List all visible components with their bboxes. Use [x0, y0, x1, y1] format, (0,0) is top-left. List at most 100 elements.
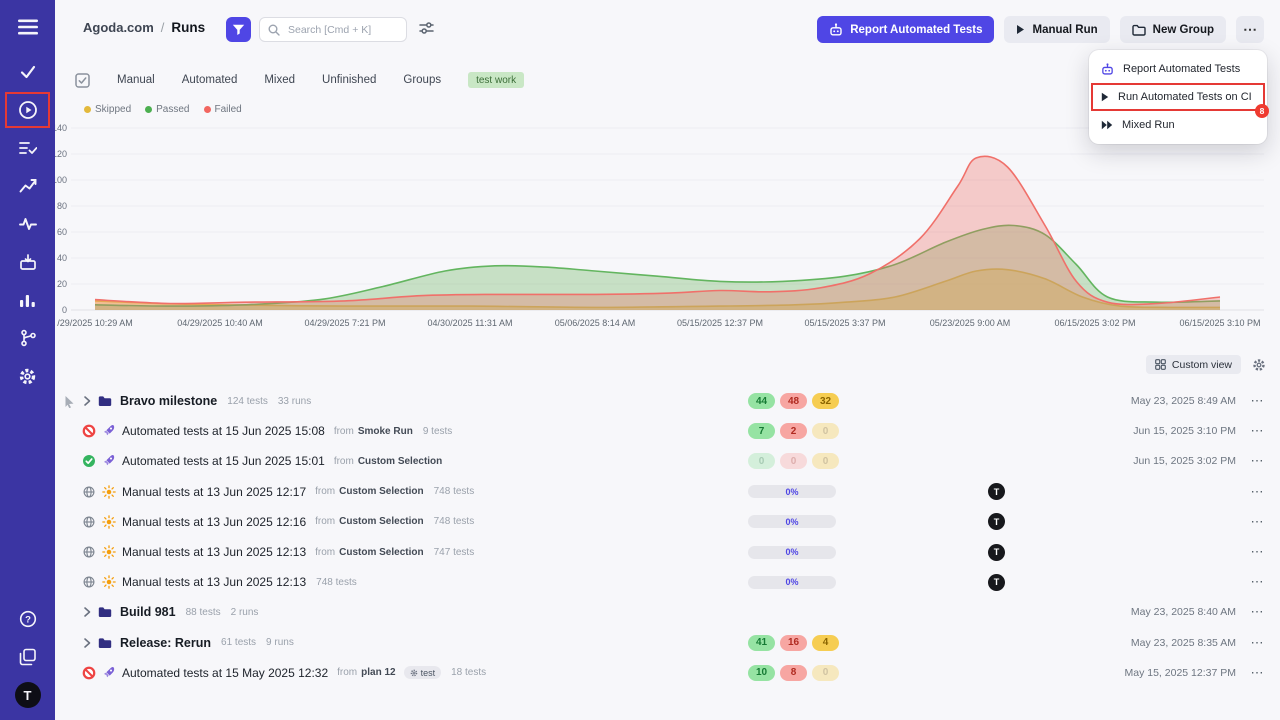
app-logo[interactable]: T: [0, 676, 55, 714]
table-row-run[interactable]: Manual tests at 13 Jun 2025 12:16 from C…: [55, 507, 1280, 537]
filter-settings-icon[interactable]: [419, 21, 434, 40]
table-row-group[interactable]: Bravo milestone 124 tests 33 runs 44 48 …: [55, 386, 1280, 416]
avatar: T: [988, 513, 1005, 530]
tag-filter-chip[interactable]: test work: [468, 72, 524, 88]
from-label: from: [334, 426, 354, 437]
group-title[interactable]: Release: Rerun: [120, 636, 211, 650]
svg-text:04/30/2025 11:31 AM: 04/30/2025 11:31 AM: [428, 318, 513, 328]
settings-gear-icon[interactable]: [0, 357, 55, 395]
breadcrumb-project[interactable]: Agoda.com: [83, 20, 154, 35]
run-title[interactable]: Automated tests at 15 Jun 2025 15:01: [122, 454, 325, 468]
legend-passed[interactable]: Passed: [145, 104, 189, 115]
chevron-right-icon[interactable]: [82, 637, 92, 649]
group-title[interactable]: Bravo milestone: [120, 394, 217, 408]
runs-play-circle-icon[interactable]: [0, 91, 55, 129]
menu-item-mixed-run[interactable]: Mixed Run: [1089, 112, 1267, 138]
svg-text:06/15/2025 3:10 PM: 06/15/2025 3:10 PM: [1179, 318, 1260, 328]
passed-badge: 0: [748, 453, 775, 469]
manual-run-button[interactable]: Manual Run: [1004, 16, 1109, 43]
progress-label: 0%: [785, 577, 798, 587]
tests-check-icon[interactable]: [0, 53, 55, 91]
table-row-group[interactable]: Release: Rerun 61 tests 9 runs 41 16 4 M…: [55, 628, 1280, 658]
menu-item-report-automated-tests[interactable]: Report Automated Tests: [1089, 56, 1267, 82]
folder-icon: [98, 395, 112, 407]
progress-label: 0%: [785, 547, 798, 557]
tab-mixed[interactable]: Mixed: [264, 74, 295, 86]
menu-item-run-automated-tests-on-ci[interactable]: Run Automated Tests on CI 8: [1092, 84, 1264, 110]
menu-item-label: Run Automated Tests on CI: [1118, 91, 1252, 103]
search-input[interactable]: [286, 23, 396, 37]
tab-manual[interactable]: Manual: [117, 74, 155, 86]
projects-icon[interactable]: [0, 638, 55, 676]
run-title[interactable]: Manual tests at 13 Jun 2025 12:17: [122, 485, 306, 499]
run-source: Custom Selection: [339, 547, 423, 558]
git-branch-icon[interactable]: [0, 319, 55, 357]
select-all-checkbox-icon[interactable]: [75, 73, 90, 88]
table-row-run[interactable]: Automated tests at 15 Jun 2025 15:01 fro…: [55, 446, 1280, 476]
passed-badge: 7: [748, 423, 775, 439]
avatar: T: [988, 574, 1005, 591]
chevron-right-icon[interactable]: [82, 395, 92, 407]
tag-gear-icon: [410, 669, 418, 677]
table-row-run[interactable]: Manual tests at 13 Jun 2025 12:13 from C…: [55, 537, 1280, 567]
table-row-group[interactable]: Build 981 88 tests 2 runs May 23, 2025 8…: [55, 597, 1280, 627]
group-title[interactable]: Build 981: [120, 605, 176, 619]
run-title[interactable]: Manual tests at 13 Jun 2025 12:13: [122, 575, 306, 589]
row-menu-button[interactable]: ⋯: [1246, 635, 1268, 651]
hamburger-menu-icon[interactable]: [0, 8, 55, 46]
tab-groups[interactable]: Groups: [403, 74, 441, 86]
new-group-label: New Group: [1153, 24, 1214, 36]
row-menu-button[interactable]: ⋯: [1246, 453, 1268, 469]
svg-text:80: 80: [57, 201, 67, 211]
tab-automated[interactable]: Automated: [182, 74, 238, 86]
svg-text:40: 40: [57, 253, 67, 263]
table-row-run[interactable]: Automated tests at 15 Jun 2025 15:08 fro…: [55, 416, 1280, 446]
activity-pulse-icon[interactable]: [0, 205, 55, 243]
globe-icon: [82, 575, 96, 589]
globe-icon: [82, 485, 96, 499]
chevron-right-icon[interactable]: [82, 606, 92, 618]
list-check-icon[interactable]: [0, 129, 55, 167]
filter-button[interactable]: [226, 17, 251, 42]
custom-view-button[interactable]: Custom view: [1146, 355, 1241, 374]
tests-count: 747 tests: [434, 547, 475, 558]
run-title[interactable]: Manual tests at 13 Jun 2025 12:16: [122, 515, 306, 529]
help-icon[interactable]: ?: [0, 600, 55, 638]
tests-count: 61 tests: [221, 637, 256, 648]
annotation-step-badge: 8: [1255, 104, 1269, 118]
row-menu-button[interactable]: ⋯: [1246, 574, 1268, 590]
row-menu-button[interactable]: ⋯: [1246, 423, 1268, 439]
svg-text:05/06/2025 8:14 AM: 05/06/2025 8:14 AM: [555, 318, 636, 328]
table-row-run[interactable]: Automated tests at 15 May 2025 12:32 fro…: [55, 658, 1280, 688]
bar-chart-icon[interactable]: [0, 281, 55, 319]
row-menu-button[interactable]: ⋯: [1246, 665, 1268, 681]
skipped-badge: 0: [812, 453, 839, 469]
progress-label: 0%: [785, 517, 798, 527]
tag-chip[interactable]: test: [404, 666, 442, 679]
failed-status-icon: [82, 424, 96, 438]
svg-text:05/23/2025 9:00 AM: 05/23/2025 9:00 AM: [930, 318, 1011, 328]
run-title[interactable]: Automated tests at 15 Jun 2025 15:08: [122, 424, 325, 438]
run-title[interactable]: Manual tests at 13 Jun 2025 12:13: [122, 545, 306, 559]
view-settings-gear-icon[interactable]: [1252, 358, 1266, 372]
table-row-run[interactable]: Manual tests at 13 Jun 2025 12:13 748 te…: [55, 567, 1280, 597]
import-inbox-icon[interactable]: [0, 243, 55, 281]
row-menu-button[interactable]: ⋯: [1246, 484, 1268, 500]
report-automated-tests-button[interactable]: Report Automated Tests: [817, 16, 994, 43]
row-menu-button[interactable]: ⋯: [1246, 544, 1268, 560]
trend-up-icon[interactable]: [0, 167, 55, 205]
run-title[interactable]: Automated tests at 15 May 2025 12:32: [122, 666, 328, 680]
tab-unfinished[interactable]: Unfinished: [322, 74, 376, 86]
pointer-cursor-icon: [64, 395, 75, 413]
legend-failed[interactable]: Failed: [204, 104, 242, 115]
svg-text:06/15/2025 3:02 PM: 06/15/2025 3:02 PM: [1054, 318, 1135, 328]
report-automated-tests-label: Report Automated Tests: [850, 24, 982, 36]
new-group-button[interactable]: New Group: [1120, 16, 1226, 43]
legend-skipped[interactable]: Skipped: [84, 104, 131, 115]
table-row-run[interactable]: Manual tests at 13 Jun 2025 12:17 from C…: [55, 477, 1280, 507]
row-menu-button[interactable]: ⋯: [1246, 393, 1268, 409]
svg-text:0: 0: [62, 305, 67, 315]
header-more-button[interactable]: ⋯: [1236, 16, 1264, 43]
row-menu-button[interactable]: ⋯: [1246, 514, 1268, 530]
row-menu-button[interactable]: ⋯: [1246, 604, 1268, 620]
